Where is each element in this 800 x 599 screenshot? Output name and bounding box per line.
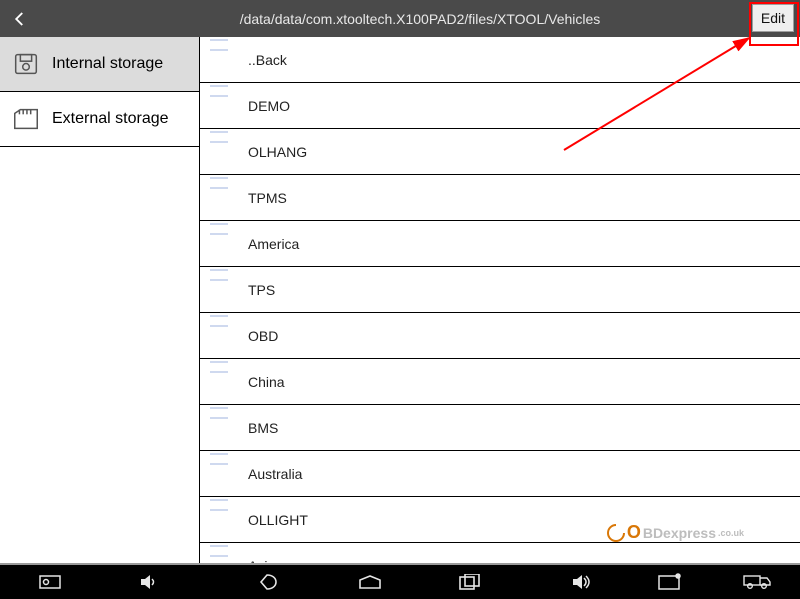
list-item[interactable]: TPMS bbox=[200, 175, 800, 221]
list-item[interactable]: OBD bbox=[200, 313, 800, 359]
storage-sidebar: Internal storage External storage bbox=[0, 37, 200, 563]
list-item[interactable]: China bbox=[200, 359, 800, 405]
file-name: DEMO bbox=[248, 98, 290, 114]
file-name: OBD bbox=[248, 328, 278, 344]
folder-icon bbox=[208, 45, 234, 75]
folder-icon bbox=[208, 413, 234, 443]
folder-icon bbox=[208, 91, 234, 121]
screen-icon[interactable] bbox=[656, 572, 684, 592]
list-item[interactable]: OLLIGHT bbox=[200, 497, 800, 543]
folder-icon bbox=[208, 183, 234, 213]
list-item[interactable]: TPS bbox=[200, 267, 800, 313]
folder-icon bbox=[208, 505, 234, 535]
system-nav-bar bbox=[0, 565, 800, 599]
folder-icon bbox=[208, 551, 234, 564]
sidebar-item-label: External storage bbox=[52, 110, 169, 128]
file-name: America bbox=[248, 236, 299, 252]
nav-home-icon[interactable] bbox=[356, 572, 384, 592]
folder-icon bbox=[208, 137, 234, 167]
nav-back-icon[interactable] bbox=[256, 572, 284, 592]
external-storage-icon bbox=[10, 103, 42, 135]
list-item[interactable]: Australia bbox=[200, 451, 800, 497]
file-name: BMS bbox=[248, 420, 278, 436]
folder-icon bbox=[208, 459, 234, 489]
sidebar-item-internal[interactable]: Internal storage bbox=[0, 37, 199, 92]
app-header: /data/data/com.xtooltech.X100PAD2/files/… bbox=[0, 0, 800, 37]
nav-recent-icon[interactable] bbox=[456, 572, 484, 592]
list-item[interactable]: ..Back bbox=[200, 37, 800, 83]
edit-button[interactable]: Edit bbox=[752, 4, 794, 32]
folder-icon bbox=[208, 321, 234, 351]
file-name: Asia bbox=[248, 558, 275, 564]
file-name: Australia bbox=[248, 466, 302, 482]
list-item[interactable]: OLHANG bbox=[200, 129, 800, 175]
internal-storage-icon bbox=[10, 48, 42, 80]
volume-up-icon[interactable] bbox=[569, 572, 597, 592]
file-list[interactable]: ..Back DEMO OLHANG TPMS America TPS OBD … bbox=[200, 37, 800, 563]
content-area: Internal storage External storage ..Back… bbox=[0, 37, 800, 563]
folder-icon bbox=[208, 229, 234, 259]
sidebar-item-label: Internal storage bbox=[52, 55, 163, 73]
vehicle-icon[interactable] bbox=[743, 572, 771, 592]
list-item[interactable]: America bbox=[200, 221, 800, 267]
file-name: ..Back bbox=[248, 52, 287, 68]
folder-icon bbox=[208, 367, 234, 397]
screenshot-icon[interactable] bbox=[36, 572, 64, 592]
volume-down-icon[interactable] bbox=[136, 572, 164, 592]
list-item[interactable]: DEMO bbox=[200, 83, 800, 129]
list-item[interactable]: BMS bbox=[200, 405, 800, 451]
sidebar-item-external[interactable]: External storage bbox=[0, 92, 199, 147]
chevron-left-icon bbox=[11, 10, 29, 28]
current-path: /data/data/com.xtooltech.X100PAD2/files/… bbox=[40, 11, 800, 27]
file-name: OLHANG bbox=[248, 144, 307, 160]
file-name: OLLIGHT bbox=[248, 512, 308, 528]
folder-icon bbox=[208, 275, 234, 305]
file-name: China bbox=[248, 374, 285, 390]
back-button[interactable] bbox=[0, 0, 40, 37]
list-item[interactable]: Asia bbox=[200, 543, 800, 563]
file-name: TPS bbox=[248, 282, 275, 298]
file-name: TPMS bbox=[248, 190, 287, 206]
